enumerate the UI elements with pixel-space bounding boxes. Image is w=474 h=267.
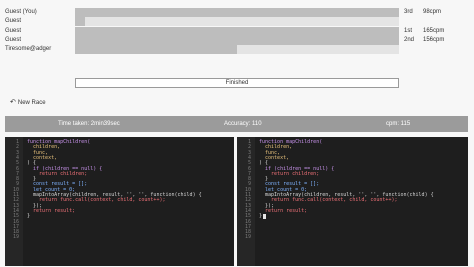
progress-track — [75, 27, 399, 36]
race-row: Guest — [0, 17, 474, 26]
race-row: Guest 2nd 156cpm — [0, 36, 474, 45]
racer-place: 1st — [404, 28, 413, 34]
progress-fill — [75, 17, 85, 26]
racer-name: Guest — [5, 37, 22, 43]
code-line: return result; — [27, 207, 76, 214]
new-race-label: New Race — [17, 100, 46, 106]
progress-fill — [75, 45, 237, 54]
code-line: return result; — [259, 207, 308, 214]
racer-speed: 156cpm — [423, 37, 445, 43]
racer-speed: 98cpm — [423, 9, 442, 15]
new-race-button[interactable]: ↶ New Race — [10, 98, 46, 108]
race-row: Tiresome@adger — [0, 45, 474, 54]
code-line: } — [259, 213, 263, 220]
race-row: Guest (You) 3rd 98cpm — [0, 8, 474, 17]
cpm-value: cpm: 115 — [386, 121, 411, 127]
race-row: Guest 1st 165cpm — [0, 27, 474, 36]
reference-code-editor: 1 2 3 4 5 6 7 8 9 10 11 12 13 14 15 16 1… — [5, 137, 234, 266]
progress-fill — [75, 8, 399, 17]
racer-place: 3rd — [404, 9, 413, 15]
progress-track — [75, 36, 399, 45]
racer-name: Tiresome@adger — [5, 46, 52, 52]
racer-name: Guest — [5, 18, 22, 24]
line-number: 19 — [12, 234, 19, 241]
progress-track — [75, 17, 399, 26]
racer-speed: 165cpm — [423, 28, 445, 34]
racer-place: 2nd — [404, 37, 415, 43]
code-line: } — [27, 213, 31, 220]
time-taken: Time taken: 2min39sec — [58, 121, 120, 127]
progress-track — [75, 45, 399, 54]
progress-fill — [75, 36, 399, 45]
code-line: return func.call(context, child, count++… — [27, 197, 166, 204]
typing-code-editor[interactable]: 1 2 3 4 5 6 7 8 9 10 11 12 13 14 15 16 1… — [237, 137, 468, 266]
race-status-bar: Finished — [75, 78, 399, 88]
stats-bar: Time taken: 2min39sec Accuracy: 110 cpm:… — [5, 116, 468, 132]
accuracy: Accuracy: 110 — [224, 121, 262, 127]
racer-name: Guest (You) — [5, 9, 37, 15]
text-cursor — [263, 214, 266, 220]
progress-fill — [75, 27, 399, 36]
undo-arrow-icon: ↶ — [10, 99, 16, 106]
code-line: return func.call(context, child, count++… — [259, 197, 398, 204]
code-line: return children; — [259, 170, 320, 177]
racer-name: Guest — [5, 28, 22, 34]
code-line: return children; — [27, 170, 88, 177]
line-number: 19 — [244, 234, 251, 241]
progress-track — [75, 8, 399, 17]
